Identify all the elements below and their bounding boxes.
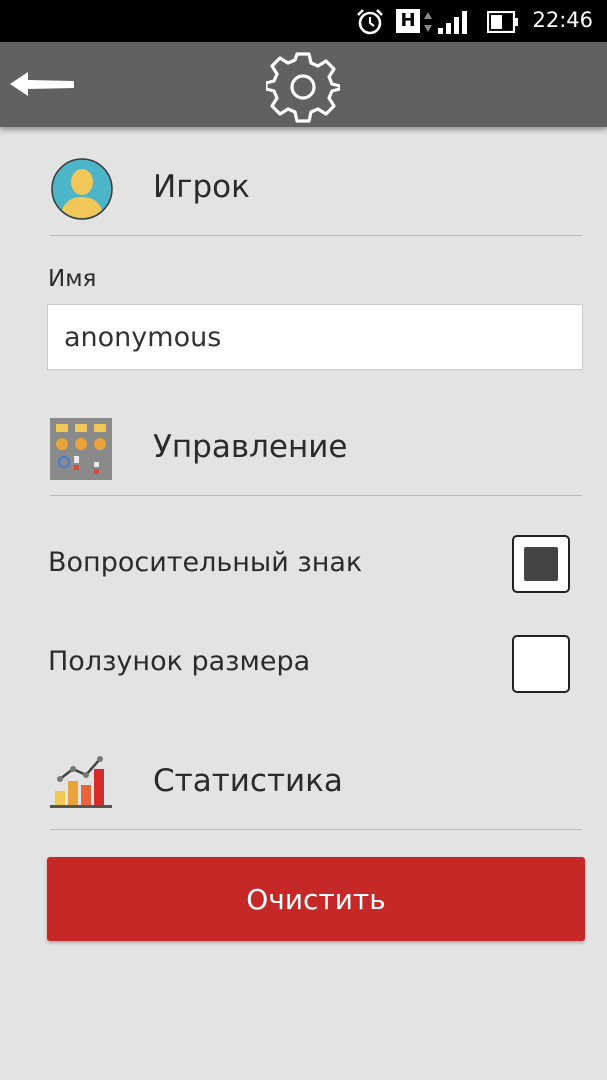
clear-button[interactable]: Очистить [47, 857, 585, 941]
user-avatar-icon [51, 158, 113, 220]
back-button[interactable] [6, 64, 78, 108]
gear-icon [266, 52, 340, 123]
size-slider-label: Ползунок размера [48, 646, 311, 677]
question-mark-label: Вопросительный знак [48, 547, 363, 578]
alarm-icon [357, 9, 383, 35]
size-slider-checkbox[interactable] [512, 635, 570, 693]
data-arrows-icon [424, 12, 432, 32]
arrow-left-icon [10, 72, 74, 96]
section-player: Игрок [50, 145, 582, 236]
clock: 22:46 [532, 8, 593, 32]
bar-chart-icon [50, 756, 112, 808]
status-bar: H 22:46 [0, 0, 607, 42]
network-badge: H [396, 9, 420, 33]
name-input[interactable] [47, 304, 583, 370]
section-stats: Статистика [50, 739, 582, 830]
control-panel-icon [50, 418, 112, 480]
checkbox-checked-mark [524, 547, 558, 581]
section-controls: Управление [50, 405, 582, 496]
section-title-controls: Управление [153, 429, 348, 465]
battery-icon [487, 11, 518, 33]
section-title-player: Игрок [153, 169, 250, 205]
question-mark-checkbox[interactable] [512, 535, 570, 593]
signal-icon [438, 11, 467, 34]
name-label: Имя [48, 266, 97, 292]
toolbar [0, 42, 607, 127]
section-title-stats: Статистика [153, 763, 343, 799]
